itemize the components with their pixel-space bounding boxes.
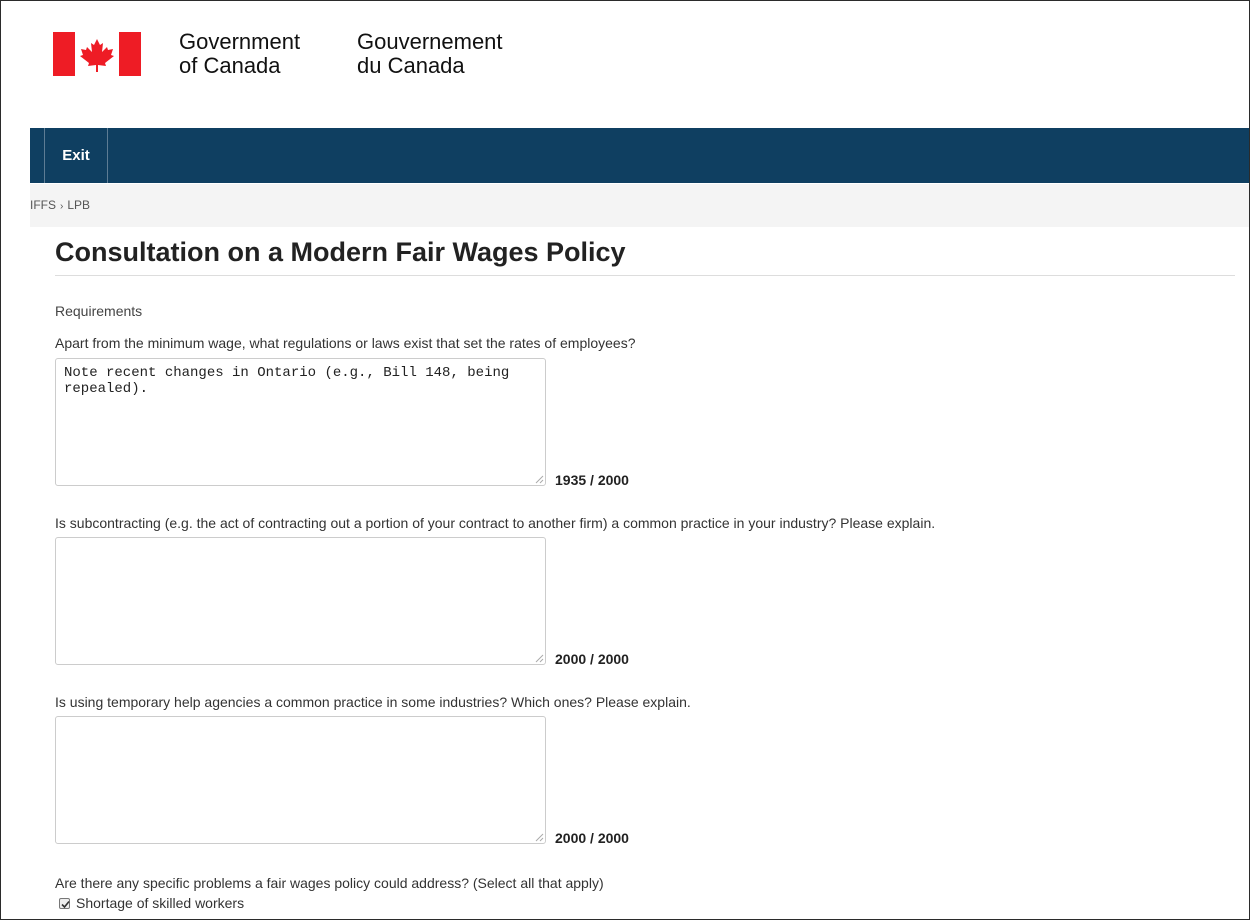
signature-french-line1: Gouvernement — [357, 29, 503, 54]
checkmark-icon — [61, 900, 70, 908]
resize-handle-icon[interactable] — [534, 653, 544, 663]
resize-handle-icon[interactable] — [534, 832, 544, 842]
checkbox[interactable] — [59, 897, 70, 909]
question-3-label: Is using temporary help agencies a commo… — [55, 694, 691, 710]
section-label-requirements: Requirements — [55, 303, 143, 319]
problems-question-label: Are there any specific problems a fair w… — [55, 875, 604, 891]
canada-flag-icon — [53, 32, 141, 76]
title-divider — [55, 275, 1235, 276]
breadcrumb: IFFS › LPB — [30, 198, 90, 212]
problem-option-shortage-skilled-workers[interactable]: Shortage of skilled workers — [59, 895, 244, 911]
signature-english-line1: Government — [179, 29, 301, 54]
question-1-char-count: 1935 / 2000 — [555, 472, 629, 488]
page-title: Consultation on a Modern Fair Wages Poli… — [55, 237, 626, 267]
question-1-label: Apart from the minimum wage, what regula… — [55, 335, 636, 351]
question-2-label: Is subcontracting (e.g. the act of contr… — [55, 515, 936, 531]
signature-english-line2: of Canada — [179, 53, 281, 78]
resize-handle-icon[interactable] — [534, 474, 544, 484]
nav-bar: Exit — [30, 128, 1249, 183]
breadcrumb-item-iffs[interactable]: IFFS — [30, 198, 56, 212]
breadcrumb-bar: IFFS › LPB — [30, 184, 1249, 227]
exit-button[interactable]: Exit — [44, 128, 108, 183]
question-3-textarea[interactable] — [55, 716, 546, 844]
breadcrumb-item-lpb[interactable]: LPB — [67, 198, 90, 212]
question-3-char-count: 2000 / 2000 — [555, 830, 629, 846]
question-2-char-count: 2000 / 2000 — [555, 651, 629, 667]
signature-french-line2: du Canada — [357, 53, 465, 78]
question-2-textarea[interactable] — [55, 537, 546, 665]
problem-option-label: Shortage of skilled workers — [76, 895, 245, 911]
breadcrumb-separator-icon: › — [60, 201, 64, 212]
browser-frame: Government of Canada Gouvernement du Can… — [0, 0, 1250, 920]
signature-english: Government of Canada — [179, 30, 300, 78]
question-1-textarea[interactable]: Note recent changes in Ontario (e.g., Bi… — [55, 358, 546, 486]
signature-french: Gouvernement du Canada — [357, 30, 503, 78]
